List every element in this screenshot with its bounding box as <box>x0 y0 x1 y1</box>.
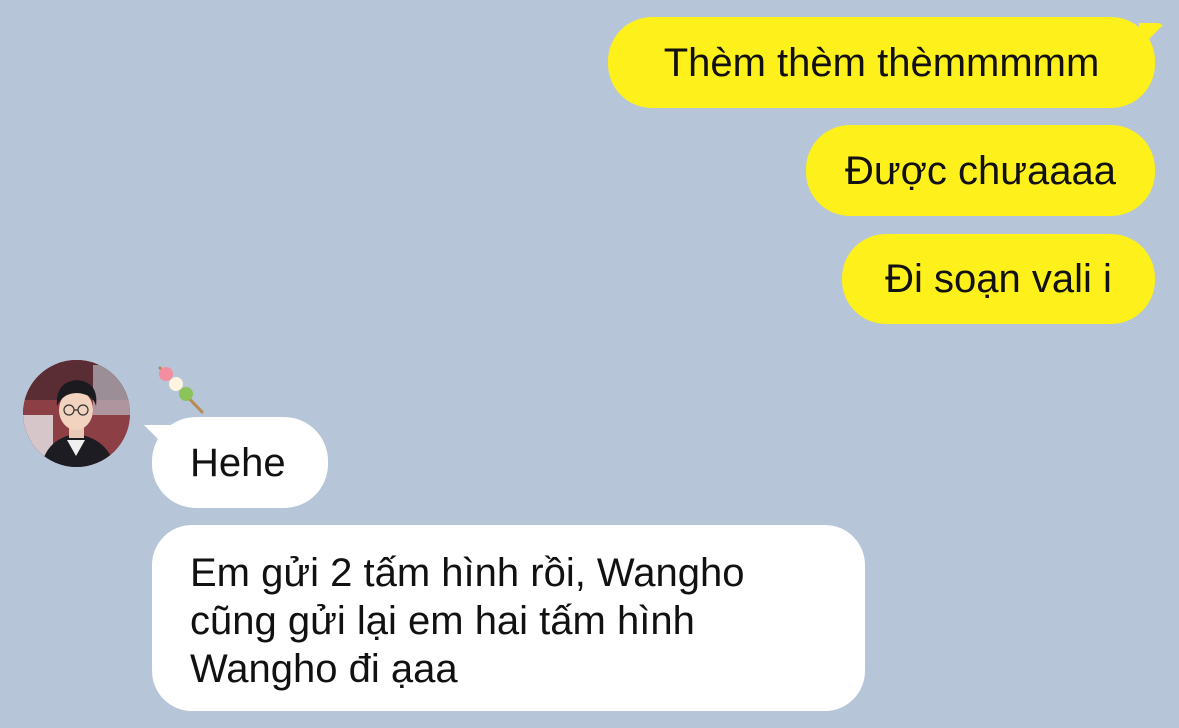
bubble-tail <box>144 425 170 451</box>
contact-name-emoji <box>154 364 208 416</box>
bubble-tail <box>1139 23 1165 49</box>
message-text: Em gửi 2 tấm hình rồi, Wangho cũng gửi l… <box>190 551 745 691</box>
outgoing-message[interactable]: Thèm thèm thèmmmmm <box>608 17 1165 108</box>
message-text: Hehe <box>190 440 286 485</box>
dango-icon <box>158 366 204 414</box>
incoming-message[interactable]: Hehe <box>144 417 328 508</box>
contact-avatar[interactable] <box>23 360 130 467</box>
message-text: Thèm thèm thèmmmmm <box>663 40 1100 85</box>
incoming-message[interactable]: Em gửi 2 tấm hình rồi, Wangho cũng gửi l… <box>152 525 865 711</box>
message-text: Đi soạn vali i <box>885 257 1112 301</box>
outgoing-message[interactable]: Đi soạn vali i <box>842 234 1155 324</box>
profile-photo-avatar <box>23 360 130 467</box>
outgoing-message[interactable]: Được chưaaaa <box>806 125 1155 216</box>
message-text: Được chưaaaa <box>844 148 1116 193</box>
chat-area[interactable]: Thèm thèm thèmmmmm Được chưaaaa Đi soạn … <box>0 0 1179 728</box>
